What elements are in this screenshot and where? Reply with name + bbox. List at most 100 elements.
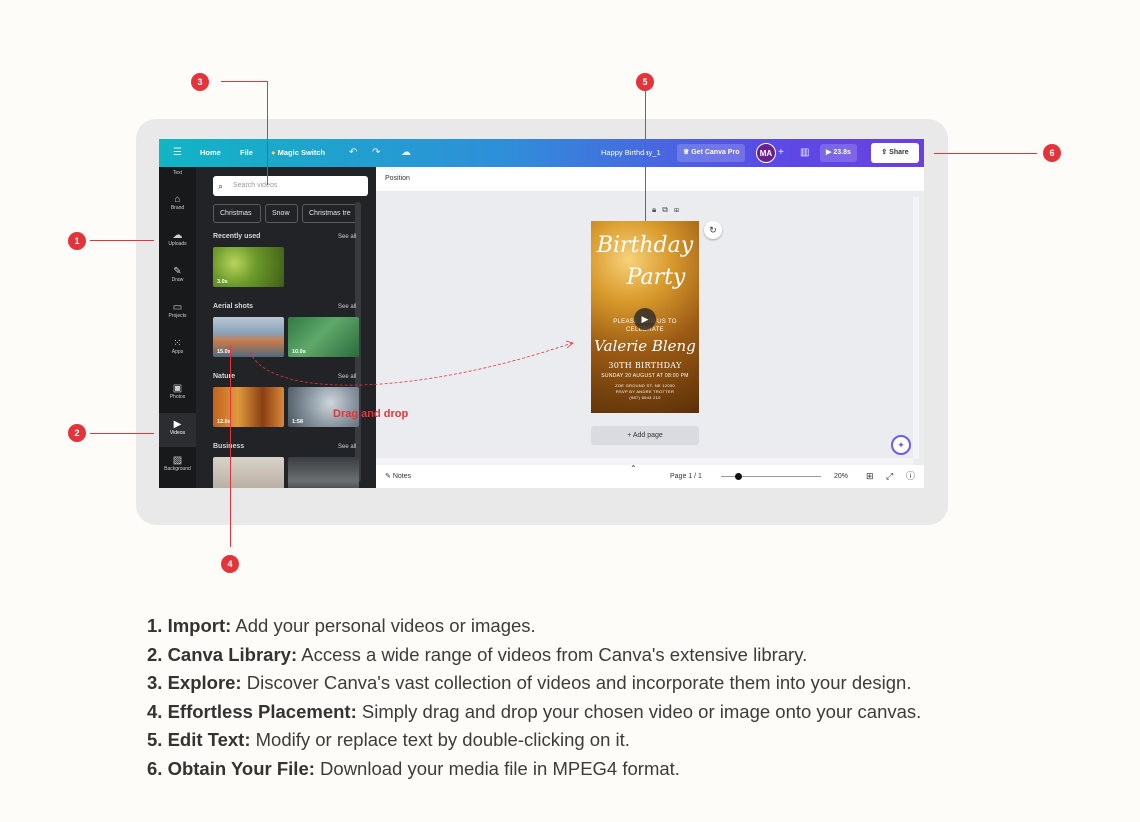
- rail-item-apps[interactable]: ⁙ Apps: [159, 332, 196, 366]
- video-icon: ▶: [173, 419, 182, 430]
- rail-item-projects[interactable]: ▭ Projects: [159, 296, 196, 330]
- rail-item-label: Draw: [171, 277, 184, 283]
- position-button[interactable]: Position: [376, 167, 924, 191]
- video-thumbnail[interactable]: 10.0s: [288, 317, 359, 357]
- share-label: Share: [889, 149, 909, 156]
- get-pro-label: Get Canva Pro: [691, 149, 740, 156]
- rail-item-videos[interactable]: ▶ Videos: [159, 413, 196, 447]
- see-all-recently-used[interactable]: See all: [338, 234, 356, 240]
- design-title-party[interactable]: Party: [591, 265, 699, 290]
- videos-panel: ⌕ Search videos Christmas Snow Christmas…: [196, 167, 376, 488]
- rail-item-text[interactable]: Text: [159, 167, 196, 179]
- instruction-text: Modify or replace text by double-clickin…: [250, 729, 630, 750]
- video-thumbnail[interactable]: 15.0s: [213, 317, 284, 357]
- get-canva-pro-button[interactable]: ♕ Get Canva Pro: [677, 144, 746, 162]
- callout-line: [90, 433, 154, 434]
- instruction-text: Download your media file in MPEG4 format…: [314, 757, 680, 779]
- rail-item-label: Uploads: [168, 241, 187, 247]
- see-all-aerial-shots[interactable]: See all: [338, 304, 356, 310]
- lock-icon[interactable]: 🔒︎: [652, 205, 662, 214]
- file-menu[interactable]: File: [240, 139, 253, 167]
- rail-item-label: Photos: [169, 394, 186, 400]
- add-page-button[interactable]: + Add page: [591, 426, 699, 445]
- instruction-text: Access a wide range of videos from Canva…: [297, 643, 808, 665]
- design-age[interactable]: 30TH BIRTHDAY: [591, 361, 699, 370]
- canva-editor-window: ☰ Home File ● Magic Switch ↶ ↷ ☁ Happy B…: [159, 139, 924, 488]
- video-thumbnail[interactable]: 3.0s: [213, 247, 284, 287]
- redo-icon[interactable]: ↷: [372, 139, 380, 167]
- add-page-icon[interactable]: ⊞: [674, 205, 685, 214]
- design-address-1[interactable]: ZOE GROUND ST, NE 12000: [591, 383, 699, 388]
- notes-button[interactable]: ✎ Notes: [385, 465, 411, 488]
- share-button[interactable]: ⇪ Share: [871, 143, 919, 163]
- video-thumbnail[interactable]: 12.0s: [213, 387, 284, 427]
- vertical-scrollbar[interactable]: [913, 197, 919, 459]
- help-icon[interactable]: ⓘ: [906, 465, 915, 488]
- design-address-2[interactable]: RSVP BY ANDRE TROTTER: [591, 389, 699, 394]
- undo-icon[interactable]: ↶: [349, 139, 357, 167]
- video-play-icon[interactable]: ▶: [634, 308, 656, 330]
- rail-item-label: Apps: [171, 349, 184, 355]
- video-duration: 10.0s: [292, 349, 306, 355]
- instruction-item: 4. Effortless Placement: Simply drag and…: [147, 698, 1047, 727]
- rail-item-draw[interactable]: ✎ Draw: [159, 260, 196, 294]
- rail-item-brand[interactable]: ⌂ Brand: [159, 188, 196, 222]
- design-date[interactable]: SUNDAY 20 AUGUST AT 08:00 PM: [591, 373, 699, 379]
- play-button[interactable]: ▶ 23.8s: [820, 144, 857, 162]
- drag-and-drop-label: Drag and drop: [333, 408, 409, 420]
- see-all-nature[interactable]: See all: [338, 374, 356, 380]
- photo-icon: ▣: [172, 383, 183, 394]
- magic-assistant-icon[interactable]: ✦: [891, 435, 911, 455]
- section-title-nature: Nature: [213, 373, 236, 380]
- home-button[interactable]: Home: [200, 139, 221, 167]
- document-title[interactable]: Happy Birthday_1: [601, 139, 661, 167]
- video-thumbnail[interactable]: [288, 457, 359, 488]
- design-phone[interactable]: (987) 6543 210: [591, 395, 699, 400]
- instruction-item: 1. Import: Add your personal videos or i…: [147, 612, 1047, 641]
- section-title-aerial-shots: Aerial shots: [213, 303, 254, 310]
- rail-item-background[interactable]: ▨ Background: [159, 449, 196, 483]
- rail-item-uploads[interactable]: ☁ Uploads: [159, 224, 196, 258]
- magic-switch-button[interactable]: ● Magic Switch: [271, 139, 325, 167]
- duplicate-icon[interactable]: ⧉: [662, 205, 674, 214]
- design-name[interactable]: Valerie Bleng: [591, 337, 699, 355]
- callout-line: [221, 81, 267, 82]
- instruction-title: 2. Canva Library:: [147, 643, 298, 665]
- see-all-business[interactable]: See all: [338, 444, 356, 450]
- notes-icon: ✎: [385, 473, 391, 480]
- draw-icon: ✎: [173, 266, 182, 277]
- instructions-list: 1. Import: Add your personal videos or i…: [147, 612, 1047, 783]
- element-toolbar: 🔒︎⧉⊞: [652, 205, 685, 215]
- fullscreen-icon[interactable]: ⤢: [886, 465, 893, 488]
- design-title-birthday[interactable]: Birthday: [591, 233, 699, 258]
- design-page[interactable]: Birthday Party PLEASE JOIN US TO CELEBRA…: [591, 221, 699, 413]
- chip-snow[interactable]: Snow: [265, 204, 298, 223]
- search-icon: ⌕: [218, 181, 224, 191]
- instruction-item: 5. Edit Text: Modify or replace text by …: [147, 726, 1047, 755]
- video-thumbnail[interactable]: 1:58: [288, 387, 359, 427]
- chip-christmas-tree[interactable]: Christmas tre: [302, 204, 358, 223]
- search-input[interactable]: ⌕ Search videos: [213, 176, 368, 196]
- zoom-slider-handle[interactable]: [735, 473, 742, 480]
- cloud-save-icon[interactable]: ☁: [401, 139, 411, 167]
- insights-icon[interactable]: ▥: [800, 139, 809, 167]
- video-thumbnail[interactable]: [213, 457, 284, 488]
- menu-icon[interactable]: ☰: [173, 139, 182, 167]
- chip-christmas[interactable]: Christmas: [213, 204, 261, 223]
- horizontal-scrollbar[interactable]: [376, 458, 913, 465]
- rotate-icon[interactable]: ↻: [704, 221, 722, 239]
- instruction-item: 3. Explore: Discover Canva's vast collec…: [147, 669, 1047, 698]
- chevron-up-icon[interactable]: ⌃: [630, 457, 637, 480]
- avatar[interactable]: MA: [756, 143, 776, 163]
- instruction-item: 6. Obtain Your File: Download your media…: [147, 755, 1047, 784]
- add-collaborator-icon[interactable]: +: [778, 139, 784, 167]
- zoom-level[interactable]: 20%: [834, 465, 848, 488]
- rail-item-photos[interactable]: ▣ Photos: [159, 377, 196, 411]
- instruction-text: Discover Canva's vast collection of vide…: [241, 672, 912, 693]
- page-indicator[interactable]: Page 1 / 1: [670, 465, 702, 488]
- callout-line: [267, 81, 268, 185]
- badge-2: 2: [68, 424, 86, 442]
- instruction-text: Add your personal videos or images.: [231, 615, 536, 636]
- grid-view-icon[interactable]: ⊞: [866, 465, 874, 488]
- rail-item-label: Background: [164, 466, 191, 472]
